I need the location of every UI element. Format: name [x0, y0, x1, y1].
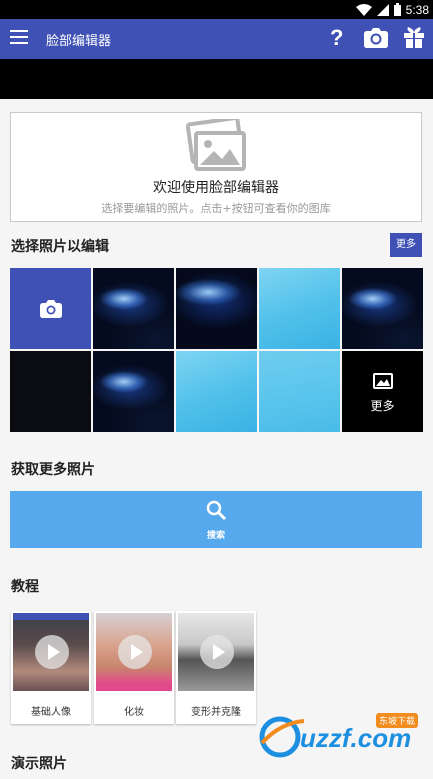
photo-thumbnail[interactable] — [176, 268, 257, 349]
image-placeholder-icon — [186, 119, 246, 171]
menu-icon[interactable] — [10, 30, 28, 46]
tutorial-label: 变形并克隆 — [191, 707, 241, 718]
camera-icon — [39, 299, 62, 318]
battery-icon — [393, 3, 401, 16]
app-title: 脸部编辑器 — [46, 34, 112, 49]
ad-banner — [0, 59, 433, 99]
play-icon — [200, 635, 234, 669]
search-button[interactable]: 搜索 — [10, 491, 422, 548]
select-photo-heading: 选择照片以编辑 — [11, 239, 109, 255]
photo-thumbnail[interactable] — [93, 268, 174, 349]
app-bar: 脸部编辑器 ? — [0, 19, 433, 59]
tutorial-thumbnail — [96, 613, 172, 691]
photo-thumbnail[interactable] — [10, 351, 91, 432]
signal-icon — [376, 3, 389, 16]
photo-thumbnail[interactable] — [259, 268, 340, 349]
tutorial-label: 基础人像 — [31, 707, 71, 718]
more-button[interactable]: 更多 — [390, 233, 422, 257]
play-icon — [35, 635, 69, 669]
status-time: 5:38 — [405, 2, 429, 17]
play-icon — [118, 635, 152, 669]
help-button[interactable]: ? — [330, 25, 343, 51]
watermark-badge: 东坡下载 — [376, 713, 419, 728]
wifi-icon — [355, 3, 372, 16]
welcome-card[interactable]: 欢迎使用脸部编辑器 选择要编辑的照片。点击+按钮可查看你的图库 — [10, 112, 422, 222]
tutorial-label: 化妆 — [124, 707, 144, 718]
gift-icon[interactable] — [404, 26, 424, 48]
welcome-title: 欢迎使用脸部编辑器 — [153, 180, 279, 196]
welcome-subtitle: 选择要编辑的照片。点击+按钮可查看你的图库 — [101, 202, 331, 215]
search-icon — [206, 500, 226, 520]
watermark-logo: uzzf.com 东坡下载 — [256, 713, 426, 761]
tutorials-heading: 教程 — [11, 579, 39, 595]
status-icons: 5:38 — [355, 1, 429, 18]
photo-thumbnail[interactable] — [259, 351, 340, 432]
gallery-icon — [373, 373, 393, 389]
tutorial-thumbnail — [13, 613, 89, 691]
gallery-more-tile[interactable]: 更多 — [342, 351, 423, 432]
tutorial-thumbnail — [178, 613, 254, 691]
photo-thumbnail[interactable] — [176, 351, 257, 432]
camera-icon[interactable] — [364, 27, 388, 48]
photo-grid: 更多 — [10, 268, 423, 432]
photo-thumbnail[interactable] — [342, 268, 423, 349]
gallery-more-label: 更多 — [370, 399, 395, 413]
take-photo-tile[interactable] — [10, 268, 91, 349]
tutorial-card[interactable]: 化妆 — [94, 611, 174, 724]
demo-photos-heading: 演示照片 — [11, 756, 67, 772]
search-label: 搜索 — [206, 531, 225, 541]
watermark-swoosh-icon — [259, 716, 305, 758]
tutorial-card[interactable]: 变形并克隆 — [176, 611, 256, 724]
tutorial-card[interactable]: 基础人像 — [11, 611, 91, 724]
get-more-heading: 获取更多照片 — [11, 462, 95, 478]
photo-thumbnail[interactable] — [93, 351, 174, 432]
status-bar: 5:38 — [0, 0, 433, 19]
